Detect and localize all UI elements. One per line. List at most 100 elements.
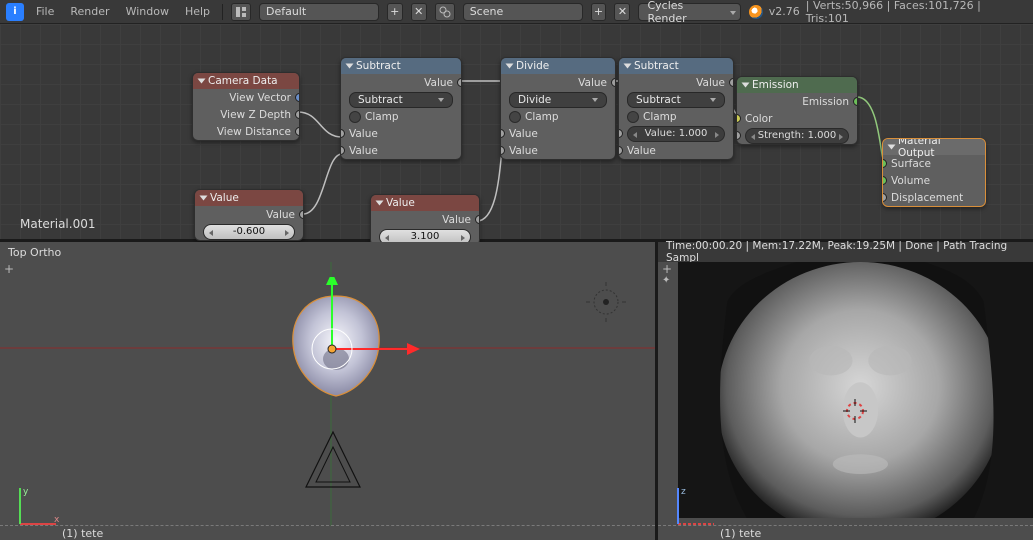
render-stats-bar: Time:00:00.20 | Mem:17.22M, Peak:19.25M … [658,242,1033,262]
add-scene-icon[interactable]: + [591,3,607,21]
remove-scene-icon[interactable]: ✕ [614,3,630,21]
collapse-icon[interactable] [888,145,896,150]
add-layout-icon[interactable]: + [387,3,403,21]
collapse-icon[interactable] [198,79,206,84]
collapse-icon[interactable] [742,83,750,88]
node-value-1[interactable]: Value Value -0.600 [194,189,304,241]
scene-name: Scene [470,5,504,18]
node-camera-data[interactable]: Camera Data View Vector View Z Depth Vie… [192,72,300,141]
in-value-2: Value [509,145,538,157]
node-title: Emission [752,79,799,91]
viewport-render-right[interactable]: Time:00:00.20 | Mem:17.22M, Peak:19.25M … [658,242,1033,540]
out-emission: Emission [802,96,849,108]
value-label: Value: [645,128,676,139]
view-toggles[interactable]: + ✦ [662,264,672,286]
viewport-row: Top Ortho + [0,242,1033,540]
render-preview [678,262,1033,518]
menu-file[interactable]: File [32,3,58,20]
info-icon[interactable]: i [6,3,24,21]
blender-logo-icon [749,5,763,19]
in-value-1: Value [509,128,538,140]
node-subtract-2[interactable]: Subtract Value Subtract Clamp Value: 1.0… [618,57,734,160]
node-header[interactable]: Divide [501,58,615,74]
clamp-checkbox[interactable] [349,111,361,123]
node-header[interactable]: Subtract [341,58,461,74]
scene-selector[interactable]: Scene [463,3,583,21]
value-number: 3.100 [411,231,440,242]
node-editor[interactable]: Camera Data View Vector View Z Depth Vie… [0,24,1033,239]
menu-render[interactable]: Render [66,3,113,20]
collapse-icon[interactable] [376,201,384,206]
view-toggles[interactable]: + [4,264,14,274]
version-label: v2.76 [769,5,800,18]
in-volume: Volume [891,175,930,187]
node-header[interactable]: Subtract [619,58,733,74]
material-name: Material.001 [20,217,95,231]
node-title: Divide [516,60,549,72]
node-header[interactable]: Material Output [883,139,985,155]
plus-icon[interactable]: + [4,264,14,274]
view-title: Top Ortho [0,242,655,262]
node-out-value: Value [696,77,725,89]
value-input[interactable]: Value: 1.000 [627,126,725,142]
expand-icon[interactable]: ✦ [662,276,672,286]
node-header[interactable]: Value [371,195,479,211]
number-field[interactable]: -0.600 [203,224,295,240]
origin-icon [325,342,339,356]
render-engine-selector[interactable]: Cycles Render [638,3,740,21]
remove-layout-icon[interactable]: ✕ [411,3,427,21]
svg-text:x: x [54,515,60,525]
math-op-dropdown[interactable]: Divide [509,92,607,108]
clamp-checkbox[interactable] [627,111,639,123]
math-op-dropdown[interactable]: Subtract [627,92,725,108]
value-number: 1.000 [679,128,708,139]
lamp-object[interactable] [586,282,626,322]
viewport-3d-left[interactable]: Top Ortho + [0,242,658,540]
node-material-output[interactable]: Material Output Surface Volume Displacem… [882,138,986,207]
out-view-zdepth: View Z Depth [220,109,291,121]
top-menu-bar: i File Render Window Help Default + ✕ Sc… [0,0,1033,24]
out-value: Value [442,214,471,226]
screen-layout-icon[interactable] [231,3,251,21]
scene-icon[interactable] [435,3,455,21]
node-title: Camera Data [208,75,278,87]
clamp-label: Clamp [365,111,399,123]
math-op-dropdown[interactable]: Subtract [349,92,453,108]
node-header[interactable]: Camera Data [193,73,299,89]
in-value-2: Value [627,145,656,157]
collapse-icon[interactable] [506,64,514,69]
collapse-icon[interactable] [624,64,632,69]
collapse-icon[interactable] [346,64,354,69]
node-subtract-1[interactable]: Subtract Value Subtract Clamp Value Valu… [340,57,462,160]
node-header[interactable]: Value [195,190,303,206]
layout-selector[interactable]: Default [259,3,379,21]
node-title: Value [210,192,239,204]
node-title: Subtract [356,60,401,72]
camera-object[interactable] [298,427,368,497]
strength-input[interactable]: Strength: 1.000 [745,128,849,144]
node-header[interactable]: Emission [737,77,857,93]
clamp-label: Clamp [643,111,677,123]
separator-icon [222,4,223,20]
op-label: Subtract [636,94,681,106]
collapse-icon[interactable] [200,196,208,201]
node-out-value: Value [424,77,453,89]
menu-help[interactable]: Help [181,3,214,20]
in-value-1: Value [349,128,378,140]
stats-label: | Verts:50,966 | Faces:101,726 | Tris:10… [806,0,1027,25]
node-emission[interactable]: Emission Emission Color Strength: 1.000 [736,76,858,145]
node-out-value: Value [578,77,607,89]
out-view-vector: View Vector [229,92,291,104]
out-value: Value [266,209,295,221]
svg-text:y: y [23,487,29,497]
op-label: Divide [518,94,551,106]
node-title: Value [386,197,415,209]
node-value-2[interactable]: Value Value 3.100 [370,194,480,246]
plus-icon[interactable]: + [662,264,672,274]
clamp-checkbox[interactable] [509,111,521,123]
in-displacement: Displacement [891,192,963,204]
object-name-label: (1) tete [0,526,655,540]
menu-window[interactable]: Window [122,3,173,20]
out-view-distance: View Distance [217,126,291,138]
node-divide[interactable]: Divide Value Divide Clamp Value Value [500,57,616,160]
